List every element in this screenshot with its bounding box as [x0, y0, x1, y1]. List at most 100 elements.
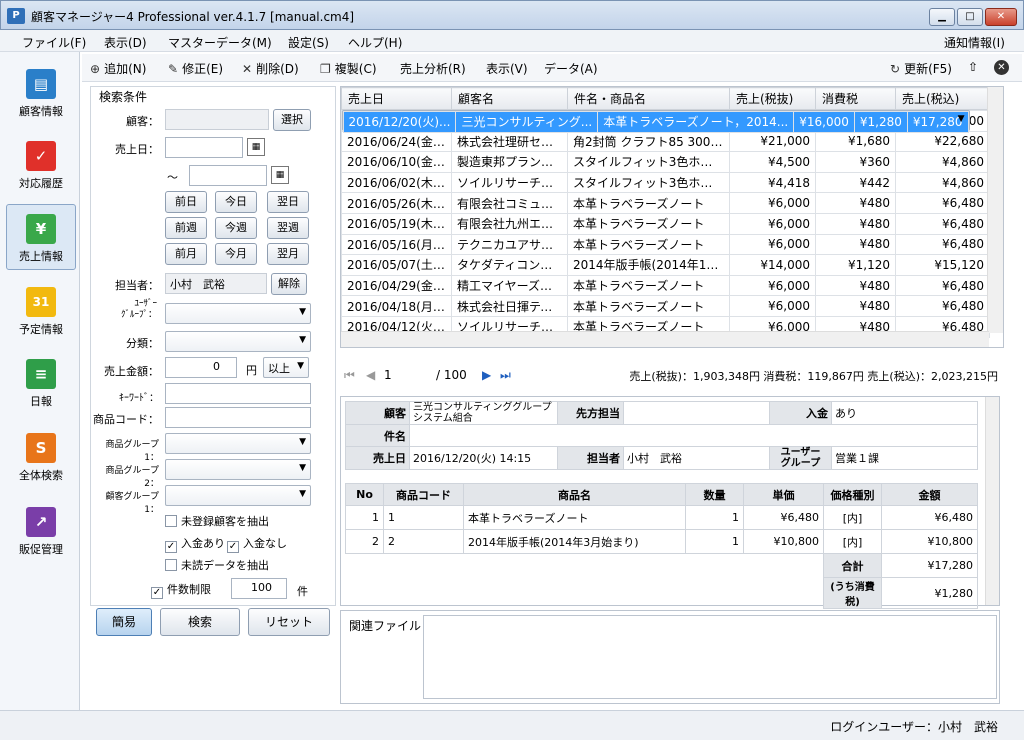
this-month-button[interactable]: 今月 [215, 243, 257, 265]
item-row[interactable]: 2 2 2014年版手帳(2014年3月始まり) 1 ¥10,800 [内] ¥10,800 [345, 529, 978, 554]
table-row[interactable]: 2016/06/02(木)...ソイルリサーチスタッフ...スタイルフィット3色… [341, 171, 990, 194]
unread-checkbox[interactable]: 未読データを抽出 [165, 557, 269, 573]
table-row[interactable]: 2016/06/10(金)... 製造東邦プラント株... スタイルフィット3色ホル… [341, 151, 990, 173]
menu-file[interactable]: ファイル(F) [22, 34, 86, 51]
menu-notice[interactable]: 通知情報(I) [944, 34, 1005, 51]
menu-settings[interactable]: 設定(S) [288, 34, 329, 51]
sales-analysis-button[interactable]: 売上分析(R) [400, 60, 466, 77]
menu-bar: ファイル(F) 表示(D) マスターデータ(M) 設定(S) ヘルプ(H) 通知… [0, 30, 1024, 52]
date-to-field[interactable] [189, 165, 267, 186]
col-header[interactable]: 顧客名 [451, 87, 568, 110]
minimize-button[interactable]: ▁ [929, 8, 955, 26]
unregistered-checkbox[interactable]: 未登録顧客を抽出 [165, 513, 269, 529]
category-select[interactable] [165, 331, 311, 352]
item-cell: 1 [345, 505, 384, 530]
detail-scrollbar[interactable] [985, 397, 999, 605]
customer-group1-select[interactable] [165, 485, 311, 506]
table-row[interactable]: 2016/12/20(火)... 三光コンサルティング... 本革トラベラーズノート… [341, 110, 970, 133]
nav-promotion[interactable]: ↗ 販促管理 [6, 498, 76, 564]
menu-view[interactable]: 表示(D) [104, 34, 147, 51]
nav-daily-report[interactable]: ≡ 日報 [6, 350, 76, 416]
next-month-button[interactable]: 翌月 [267, 243, 309, 265]
col-header[interactable]: 件名・商品名 [567, 87, 730, 110]
table-row[interactable]: 2016/04/18(月)... 株式会社日揮ティエル 本革トラベラーズノート ¥6,… [341, 295, 990, 317]
nav-customer-info[interactable]: ▤ 顧客情報 [6, 60, 76, 126]
edit-button[interactable]: ✎ 修正(E) [168, 60, 223, 77]
search-button[interactable]: 検索 [160, 608, 240, 636]
product-group2-select[interactable] [165, 459, 311, 480]
keyword-input[interactable] [165, 383, 311, 404]
prev-week-button[interactable]: 前週 [165, 217, 207, 239]
menu-help[interactable]: ヘルプ(H) [348, 34, 402, 51]
user-group-select[interactable] [165, 303, 311, 324]
calendar-icon[interactable]: ▦ [247, 138, 265, 156]
maximize-button[interactable]: □ [957, 8, 983, 26]
refresh-icon: ↻ [890, 62, 901, 76]
search-s-icon: S [26, 433, 56, 463]
copy-button[interactable]: ❐ 複製(C) [320, 60, 377, 77]
product-code-input[interactable] [165, 407, 311, 428]
menu-master-data[interactable]: マスターデータ(M) [168, 34, 272, 51]
grid-horizontal-scrollbar[interactable] [341, 331, 989, 347]
next-week-button[interactable]: 翌週 [267, 217, 309, 239]
module-nav: ▤ 顧客情報 ✓ 対応履歴 ¥ 売上情報 31 予定情報 ≡ 日報 S 全体検索… [0, 52, 80, 710]
table-row[interactable]: 2016/04/29(金)...精工マイヤーズトラベ...本革トラベラーズノート… [341, 274, 990, 297]
checkbox-box [165, 515, 177, 527]
last-page-icon[interactable]: ⏭ [500, 368, 511, 383]
amount-input[interactable]: 0 [165, 357, 237, 378]
table-row[interactable]: 2016/05/26(木)...有限会社コミュニティ...本革トラベラーズノート… [341, 192, 990, 214]
prev-month-button[interactable]: 前月 [165, 243, 207, 265]
upload-icon[interactable]: ⇧ [968, 60, 978, 74]
clear-staff-button[interactable]: 解除 [271, 273, 307, 295]
paid-checkbox[interactable]: ✓ 入金あり [165, 535, 225, 553]
product-group1-select[interactable] [165, 433, 311, 454]
table-row[interactable]: 2016/05/19(木)... 有限会社九州エーブ... 本革トラベラーズノート ¥… [341, 212, 990, 235]
date-from-field[interactable] [165, 137, 243, 158]
next-day-button[interactable]: 翌日 [267, 191, 309, 213]
prev-day-button[interactable]: 前日 [165, 191, 207, 213]
col-header[interactable]: 売上(税抜) [729, 87, 816, 110]
this-week-button[interactable]: 今週 [215, 217, 257, 239]
nav-history[interactable]: ✓ 対応履歴 [6, 132, 76, 198]
nav-schedule[interactable]: 31 予定情報 [6, 278, 76, 344]
table-row[interactable]: 2016/06/24(金)... 株式会社理研セコム... 角2封筒 クラフト85 … [341, 130, 990, 153]
calendar-icon[interactable]: ▦ [271, 166, 289, 184]
table-row[interactable]: 2016/05/07(土)...タケダティコンクリート...2014年版手帳(2… [341, 254, 990, 276]
grid-vertical-scrollbar[interactable] [987, 87, 1003, 333]
unpaid-checkbox[interactable]: ✓ 入金なし [227, 535, 287, 553]
nav-sales-info[interactable]: ¥ 売上情報 [6, 204, 76, 270]
category-label: 分類： [126, 337, 159, 350]
simple-button[interactable]: 簡易 [96, 608, 152, 636]
col-header: 金額 [881, 483, 978, 506]
next-page-icon[interactable]: ▶ [482, 368, 491, 382]
limit-unit: 件 [297, 585, 308, 598]
limit-input[interactable]: 100 [231, 578, 287, 599]
related-files-area[interactable] [423, 615, 997, 699]
customer-field[interactable] [165, 109, 269, 130]
item-row[interactable]: 1 1 本革トラベラーズノート 1 ¥6,480 [内] ¥6,480 [345, 505, 978, 530]
table-row[interactable]: 2016/05/16(月)...テクニカユアサ静岡株...本革トラベラーズノート… [341, 233, 990, 256]
limit-checkbox[interactable]: ✓ 件数制限 [151, 581, 211, 599]
reset-button[interactable]: リセット [248, 608, 330, 636]
today-button[interactable]: 今日 [215, 191, 257, 213]
nav-global-search[interactable]: S 全体検索 [6, 424, 76, 490]
data-button[interactable]: データ(A) [544, 60, 598, 77]
payment-label: 入金 [769, 401, 832, 425]
first-page-icon[interactable]: ⏮ [344, 368, 355, 383]
prev-page-icon[interactable]: ◀ [366, 368, 375, 382]
col-header[interactable]: 消費税 [815, 87, 896, 110]
amount-condition-select[interactable]: 以上 [263, 357, 309, 378]
view-button[interactable]: 表示(V) [486, 60, 528, 77]
select-customer-button[interactable]: 選択 [273, 109, 311, 131]
col-header[interactable]: 売上日 [341, 87, 452, 110]
delete-button[interactable]: ✕ 削除(D) [242, 60, 299, 77]
copy-icon: ❐ [320, 62, 331, 76]
col-header[interactable]: 売上(税込) [895, 87, 990, 110]
page-input[interactable]: 1 [384, 368, 392, 382]
add-button[interactable]: ⊕ 追加(N) [90, 60, 146, 77]
staff-field[interactable]: 小村 武裕 [165, 273, 267, 294]
close-panel-icon[interactable]: ✕ [994, 60, 1009, 75]
table-cell: ¥6,480 [895, 212, 990, 235]
close-window-button[interactable]: ✕ [985, 8, 1017, 26]
refresh-button[interactable]: ↻ 更新(F5) [890, 60, 952, 77]
